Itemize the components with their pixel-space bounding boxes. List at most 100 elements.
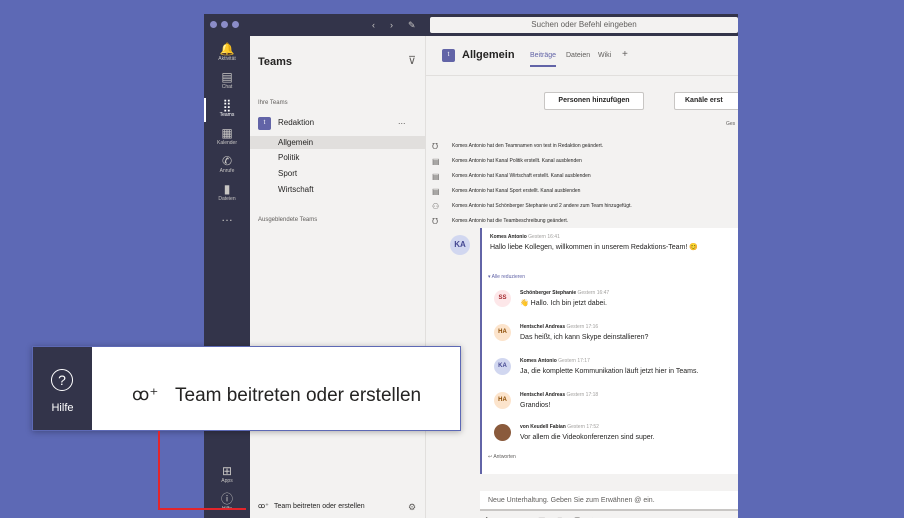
add-people-button[interactable]: Personen hinzufügen bbox=[544, 92, 644, 110]
team-row-redaktion[interactable]: t Redaktion ... bbox=[258, 116, 426, 132]
tab-wiki[interactable]: Wiki bbox=[598, 52, 611, 59]
rail-item-chat[interactable]: ▤ Chat bbox=[204, 70, 250, 91]
pane-title: Teams bbox=[258, 56, 293, 68]
help-icon: ? bbox=[51, 369, 73, 391]
reply-time: Gestern 16:47 bbox=[577, 290, 610, 296]
callout-connector bbox=[158, 508, 246, 510]
tab-files[interactable]: Dateien bbox=[566, 52, 590, 59]
back-icon[interactable]: ‹ bbox=[372, 17, 375, 33]
window-close-dot[interactable] bbox=[210, 21, 217, 28]
files-icon: ▮ bbox=[223, 182, 231, 196]
join-team-icon: ꝏ⁺ bbox=[132, 385, 159, 404]
callout-connector bbox=[158, 431, 160, 510]
reply-text: Ja, die komplette Kommunikation läuft je… bbox=[520, 368, 699, 375]
rail-item-calls[interactable]: ✆ Anrufe bbox=[204, 154, 250, 175]
rail-item-files[interactable]: ▮ Dateien bbox=[204, 182, 250, 203]
calendar-icon: ▦ bbox=[221, 126, 233, 140]
reply-time: Gestern 17:16 bbox=[566, 324, 599, 330]
compose-input[interactable]: Neue Unterhaltung. Geben Sie zum Erwähne… bbox=[480, 491, 738, 511]
avatar[interactable]: HA bbox=[494, 392, 511, 409]
add-member-icon: ⚇ bbox=[432, 202, 440, 211]
activity-item: Komes Antonio hat den Teamnamen von test… bbox=[452, 143, 604, 149]
channel-icon: ▤ bbox=[432, 187, 440, 196]
avatar[interactable]: SS bbox=[494, 290, 511, 307]
reply-time: Gestern 17:17 bbox=[558, 358, 590, 364]
create-channels-button[interactable]: Kanäle erst bbox=[674, 92, 738, 110]
rail-item-teams[interactable]: ⣿ Teams bbox=[204, 98, 250, 122]
avatar[interactable]: HA bbox=[494, 324, 511, 341]
teams-list-pane: Teams ⊽ Ihre Teams t Redaktion ... Allge… bbox=[250, 36, 426, 518]
add-tab-button[interactable]: + bbox=[622, 49, 628, 60]
reply-header: Schönberger Stephanie Gestern 16:47 bbox=[520, 290, 609, 297]
reply-button[interactable]: ↩ Antworten bbox=[488, 454, 516, 461]
phone-icon: ✆ bbox=[221, 154, 233, 168]
forward-icon[interactable]: › bbox=[390, 17, 393, 33]
post-author: Komes Antonio bbox=[490, 234, 527, 240]
zoom-callout: ? Hilfe ꝏ⁺ Team beitreten oder erstellen bbox=[32, 346, 461, 431]
channel-avatar: t bbox=[442, 49, 455, 62]
teams-icon: ⣿ bbox=[222, 98, 232, 112]
reply-label: Antworten bbox=[493, 454, 516, 460]
help-label: Hilfe bbox=[51, 402, 74, 414]
app-rail: 🔔 Aktivität ▤ Chat ⣿ Teams ▦ Kalender ✆ Anruf… bbox=[204, 36, 250, 518]
chat-icon: ▤ bbox=[221, 70, 233, 84]
reply-text: Das heißt, ich kann Skype deinstallieren… bbox=[520, 334, 649, 341]
join-team-icon: ꝏ⁺ bbox=[258, 503, 269, 510]
truncated-label: Ges bbox=[726, 121, 736, 127]
channel-politik[interactable]: Politik bbox=[250, 151, 426, 164]
conversation-thread: Komes Antonio Gestern 16:41 Hallo liebe … bbox=[480, 228, 738, 474]
teams-window: ‹ › ✎ Suchen oder Befehl eingeben 🔔 Aktiv… bbox=[204, 14, 738, 518]
channel-icon: ▤ bbox=[432, 157, 440, 166]
apps-icon: ⊞ bbox=[221, 464, 233, 478]
join-team-button[interactable]: ꝏ⁺ Team beitreten oder erstellen ⚙ bbox=[258, 502, 426, 516]
join-team-label[interactable]: Team beitreten oder erstellen bbox=[175, 385, 421, 407]
rail-item-activity[interactable]: 🔔 Aktivität bbox=[204, 42, 250, 63]
filter-icon[interactable]: ⊽ bbox=[408, 54, 416, 67]
window-minimize-dot[interactable] bbox=[221, 21, 228, 28]
channel-wirtschaft[interactable]: Wirtschaft bbox=[250, 183, 426, 196]
channel-name: Allgemein bbox=[462, 49, 515, 61]
channel-main: t Allgemein Beiträge Dateien Wiki + Pers… bbox=[426, 36, 738, 518]
rail-item-more[interactable]: … bbox=[204, 210, 250, 224]
channel-sport[interactable]: Sport bbox=[250, 167, 426, 180]
rail-item-calendar[interactable]: ▦ Kalender bbox=[204, 126, 250, 147]
compose-icon[interactable]: ✎ bbox=[408, 17, 416, 33]
collapse-label: Alle reduzieren bbox=[491, 274, 525, 280]
reply-header: Hentschel Andreas Gestern 17:18 bbox=[520, 392, 598, 399]
reply-text: Vor allem die Videokonferenzen sind supe… bbox=[520, 434, 655, 441]
tab-posts[interactable]: Beiträge bbox=[530, 52, 557, 67]
post-time: Gestern 16:41 bbox=[528, 234, 560, 240]
channel-header: t Allgemein Beiträge Dateien Wiki + bbox=[426, 36, 738, 76]
activity-item: Komes Antonio hat Kanal Politik erstellt… bbox=[452, 158, 582, 164]
reply-text: 👋 Hallo. Ich bin jetzt dabei. bbox=[520, 300, 607, 307]
zoom-help-rail[interactable]: ? Hilfe bbox=[33, 347, 92, 430]
collapse-all-link[interactable]: ▾ Alle reduzieren bbox=[488, 274, 525, 281]
reply-author: Schönberger Stephanie bbox=[520, 290, 577, 296]
post-text: Hallo liebe Kollegen, willkommen in unse… bbox=[490, 244, 698, 251]
rail-item-apps[interactable]: ⊞ Apps bbox=[204, 464, 250, 485]
more-icon: … bbox=[221, 210, 233, 224]
bell-icon: 🔔 bbox=[219, 42, 235, 56]
gear-icon[interactable]: ⚙ bbox=[408, 502, 416, 513]
activity-item: Komes Antonio hat Kanal Sport erstellt. … bbox=[452, 188, 581, 194]
hidden-teams-label[interactable]: Ausgeblendete Teams bbox=[258, 217, 317, 223]
avatar[interactable]: KA bbox=[494, 358, 511, 375]
reply-header: Komes Antonio Gestern 17:17 bbox=[520, 358, 590, 365]
post-header: Komes Antonio Gestern 16:41 bbox=[490, 234, 560, 241]
activity-item: Komes Antonio hat die Teambeschreibung g… bbox=[452, 218, 569, 224]
channel-allgemein[interactable]: Allgemein bbox=[250, 136, 426, 149]
search-input[interactable]: Suchen oder Befehl eingeben bbox=[430, 17, 738, 33]
reply-time: Gestern 17:18 bbox=[566, 392, 599, 398]
team-name: Redaktion bbox=[278, 118, 315, 127]
help-icon: ⓘ bbox=[220, 492, 233, 506]
background bbox=[0, 0, 904, 14]
team-more-icon[interactable]: ... bbox=[398, 116, 406, 126]
reply-header: Hentschel Andreas Gestern 17:16 bbox=[520, 324, 598, 331]
avatar[interactable] bbox=[494, 424, 511, 441]
activity-item: Komes Antonio hat Kanal Wirtschaft erste… bbox=[452, 173, 591, 179]
window-maximize-dot[interactable] bbox=[232, 21, 239, 28]
reply-author: Komes Antonio bbox=[520, 358, 557, 364]
your-teams-label: Ihre Teams bbox=[258, 100, 288, 106]
avatar[interactable]: KA bbox=[450, 235, 470, 255]
title-bar: ‹ › ✎ Suchen oder Befehl eingeben bbox=[204, 14, 738, 36]
